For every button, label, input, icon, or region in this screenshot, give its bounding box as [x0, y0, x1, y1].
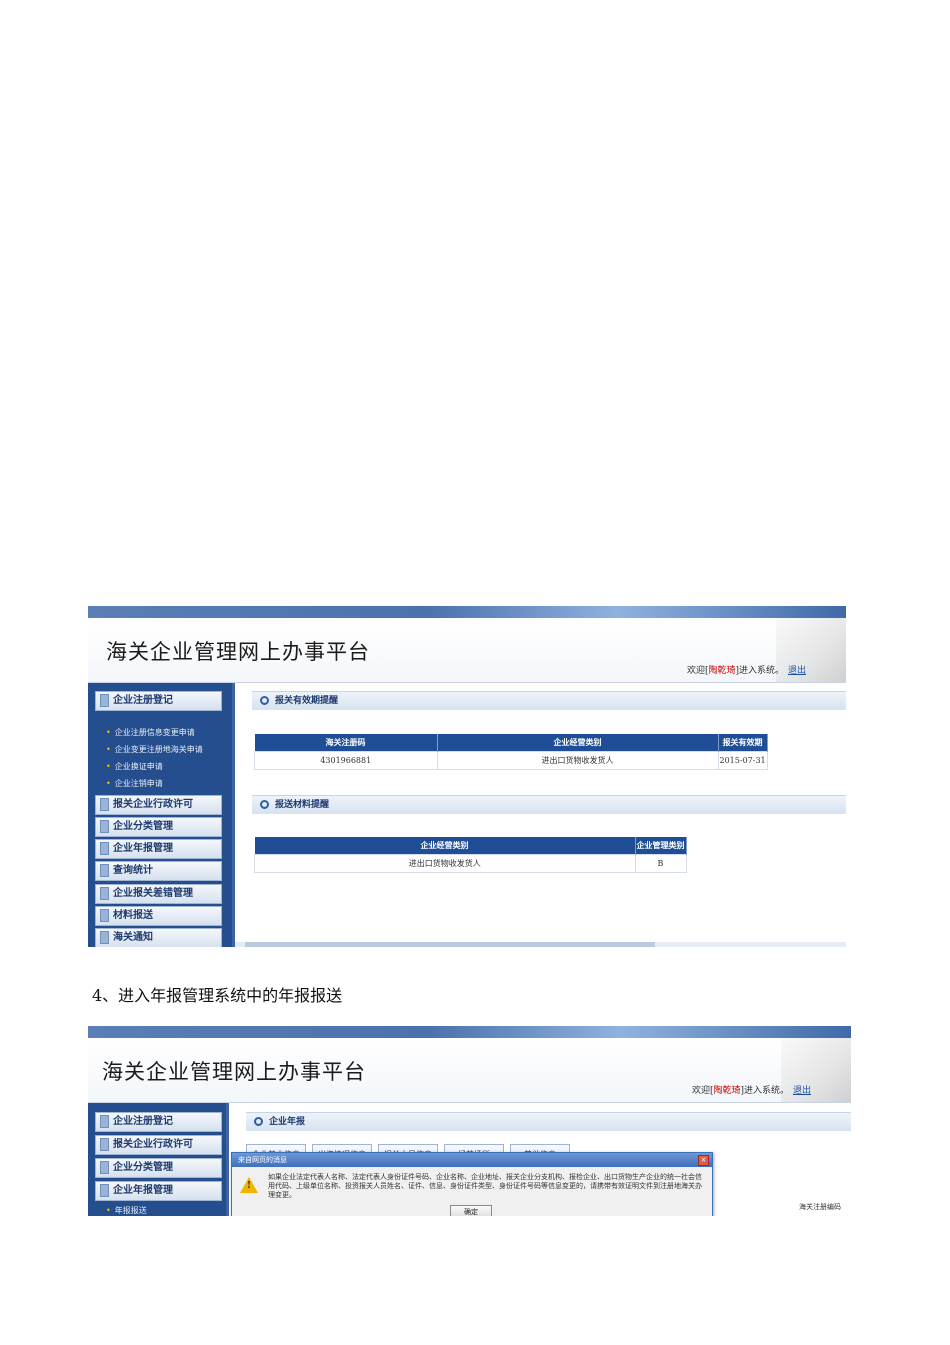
- horizontal-scrollbar[interactable]: [235, 942, 846, 947]
- menu-item-annual-report[interactable]: 企业年报管理: [95, 839, 222, 859]
- user-name: 陶乾琦: [708, 666, 736, 676]
- bullet-icon: •: [106, 728, 111, 737]
- menu-item-license[interactable]: 报关企业行政许可: [95, 795, 222, 815]
- menu-item-classification[interactable]: 企业分类管理: [95, 1158, 222, 1178]
- submenu-item[interactable]: • 企业注销申请: [106, 778, 163, 789]
- top-banner: [88, 606, 846, 618]
- folder-icon: [100, 1115, 109, 1128]
- folder-icon: [100, 842, 109, 855]
- submenu-item[interactable]: • 企业注册信息变更申请: [106, 727, 195, 738]
- platform-header: 海关企业管理网上办事平台 欢迎[陶乾琦]进入系统。 退出: [88, 618, 846, 683]
- folder-icon: [100, 694, 109, 707]
- menu-item-error-management[interactable]: 企业报关差错管理: [95, 884, 222, 904]
- table-header: 企业经营类别: [254, 837, 636, 855]
- submenu-item[interactable]: • 企业变更注册地海关申请: [106, 744, 203, 755]
- warning-mark: !: [247, 1181, 251, 1191]
- menu-item-annual-report[interactable]: 企业年报管理: [95, 1181, 222, 1201]
- section-header-validity: 报关有效期提醒: [252, 691, 846, 710]
- menu-item-materials[interactable]: 材料报送: [95, 906, 222, 926]
- section-bullet-icon: [260, 800, 269, 809]
- menu-item-license[interactable]: 报关企业行政许可: [95, 1135, 222, 1155]
- platform-title: 海关企业管理网上办事平台: [102, 1060, 366, 1084]
- scrollbar-thumb[interactable]: [245, 942, 655, 947]
- user-name: 陶乾琦: [713, 1086, 741, 1096]
- menu-item-registration[interactable]: 企业注册登记: [95, 1112, 222, 1132]
- customs-code-label: 海关注册编码: [799, 1203, 841, 1211]
- folder-icon: [100, 931, 109, 944]
- dialog-message: 如果企业法定代表人名称、法定代表人身份证件号码、企业名称、企业地址、报关企业分支…: [268, 1173, 702, 1199]
- menu-item-notice[interactable]: 海关通知: [95, 928, 222, 947]
- table-header: 海关注册码: [254, 734, 438, 752]
- table-cell: 进出口货物收发货人: [254, 854, 636, 873]
- table-cell: B: [634, 854, 687, 873]
- bullet-icon: •: [106, 762, 111, 771]
- bullet-icon: •: [106, 779, 111, 788]
- folder-icon: [100, 1184, 109, 1197]
- logout-link[interactable]: 退出: [788, 666, 806, 676]
- bullet-icon: •: [106, 745, 111, 754]
- screenshot-platform-home: 海关企业管理网上办事平台 欢迎[陶乾琦]进入系统。 退出 企业注册登记 • 企业注册…: [88, 606, 846, 947]
- menu-item-query[interactable]: 查询统计: [95, 861, 222, 881]
- bullet-icon: •: [106, 1206, 111, 1215]
- table-header: 报关有效期: [718, 734, 768, 752]
- section-bullet-icon: [254, 1117, 263, 1126]
- screenshot-annual-report: 海关企业管理网上办事平台 欢迎[陶乾琦]进入系统。 退出 企业注册登记 报关企业行…: [88, 1026, 851, 1216]
- platform-header: 海关企业管理网上办事平台 欢迎[陶乾琦]进入系统。 退出: [88, 1038, 851, 1103]
- folder-icon: [100, 1161, 109, 1174]
- table-cell: 4301966881: [254, 751, 438, 770]
- welcome-text: 欢迎[陶乾琦]进入系统。 退出: [691, 1086, 811, 1096]
- logout-link[interactable]: 退出: [793, 1086, 811, 1096]
- menu-item-classification[interactable]: 企业分类管理: [95, 817, 222, 837]
- message-dialog: 来自网页的消息 × ! 如果企业法定代表人名称、法定代表人身份证件号码、企业名称…: [231, 1152, 713, 1216]
- sidebar: 企业注册登记 报关企业行政许可 企业分类管理 企业年报管理 • 年报报送: [88, 1103, 229, 1216]
- materials-table: 企业经营类别 企业管理类别 进出口货物收发货人 B: [254, 837, 687, 873]
- table-cell: 进出口货物收发货人: [436, 751, 719, 770]
- folder-icon: [100, 909, 109, 922]
- section-bullet-icon: [260, 696, 269, 705]
- sidebar: 企业注册登记 • 企业注册信息变更申请 • 企业变更注册地海关申请 • 企业换证申请 …: [88, 683, 235, 947]
- close-icon[interactable]: ×: [698, 1155, 709, 1166]
- section-header-materials: 报送材料提醒: [252, 795, 846, 814]
- folder-icon: [100, 887, 109, 900]
- welcome-text: 欢迎[陶乾琦]进入系统。 退出: [686, 666, 806, 676]
- main-content: 报关有效期提醒 海关注册码 企业经营类别 报关有效期 4301966881 进出…: [235, 683, 846, 947]
- top-banner: [88, 1026, 851, 1038]
- platform-title: 海关企业管理网上办事平台: [106, 640, 370, 664]
- table-header: 企业经营类别: [437, 734, 719, 752]
- ok-button[interactable]: 确定: [450, 1205, 492, 1216]
- table-header: 企业管理类别: [635, 837, 687, 855]
- menu-item-registration[interactable]: 企业注册登记: [95, 691, 222, 711]
- table-cell: 2015-07-31: [717, 751, 768, 770]
- dialog-title: 来自网页的消息: [232, 1153, 712, 1167]
- table-row: 进出口货物收发货人 B: [254, 854, 687, 873]
- folder-icon: [100, 820, 109, 833]
- folder-icon: [100, 798, 109, 811]
- section-header-annual: 企业年报: [246, 1112, 851, 1131]
- step-caption: 4、进入年报管理系统中的年报报送: [92, 986, 343, 1005]
- submenu-item-annual-submit[interactable]: • 年报报送: [106, 1205, 147, 1216]
- folder-icon: [100, 864, 109, 877]
- validity-table: 海关注册码 企业经营类别 报关有效期 4301966881 进出口货物收发货人 …: [254, 734, 768, 770]
- submenu-item[interactable]: • 企业换证申请: [106, 761, 163, 772]
- folder-icon: [100, 1138, 109, 1151]
- table-row: 4301966881 进出口货物收发货人 2015-07-31: [254, 751, 768, 770]
